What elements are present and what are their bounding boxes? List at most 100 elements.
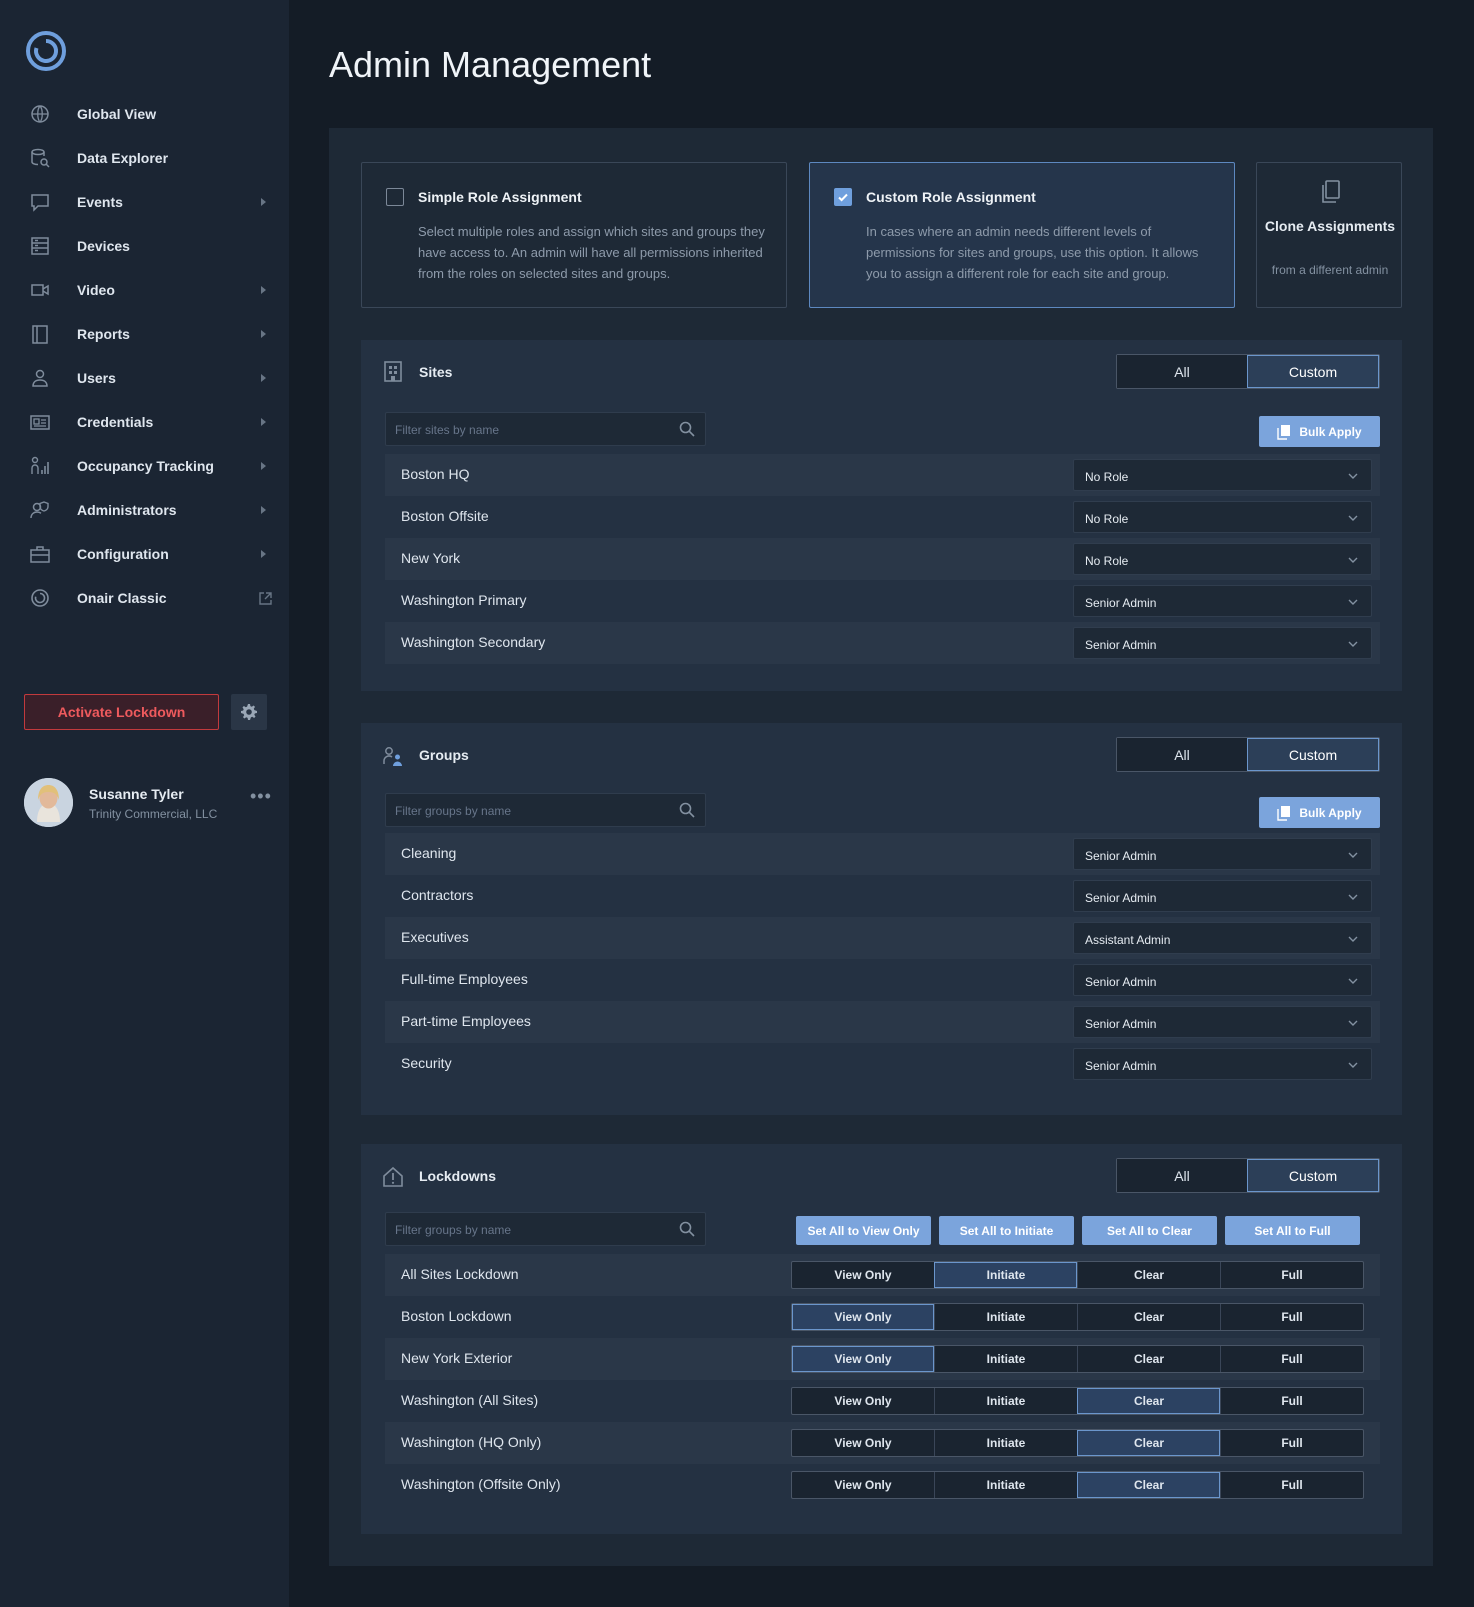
chat-icon — [28, 190, 52, 214]
lockdowns-search-input[interactable]: Filter groups by name — [385, 1212, 706, 1246]
sites-search-input[interactable]: Filter sites by name — [385, 412, 706, 446]
chevron-down-icon — [1348, 473, 1358, 479]
permission-option-initiate[interactable]: Initiate — [934, 1472, 1077, 1498]
chevron-down-icon — [1348, 1062, 1358, 1068]
permission-option-view-only[interactable]: View Only — [792, 1262, 934, 1288]
permission-option-view-only[interactable]: View Only — [792, 1304, 934, 1330]
lockdown-settings-button[interactable] — [231, 694, 267, 730]
set-all-clear-button[interactable]: Set All to Clear — [1082, 1216, 1217, 1245]
table-row: New York Exterior View Only Initiate Clear F… — [385, 1338, 1380, 1380]
copy-icon — [1277, 424, 1291, 440]
permission-option-full[interactable]: Full — [1220, 1388, 1363, 1414]
permission-segmented-control: View Only Initiate Clear Full — [791, 1303, 1364, 1331]
groups-search-input[interactable]: Filter groups by name — [385, 793, 706, 827]
sidebar-item-configuration[interactable]: Configuration — [0, 532, 289, 576]
set-all-initiate-button[interactable]: Set All to Initiate — [939, 1216, 1074, 1245]
onair-logo-icon — [28, 586, 52, 610]
sites-bulk-apply-button[interactable]: Bulk Apply — [1259, 416, 1380, 447]
permission-option-initiate[interactable]: Initiate — [934, 1430, 1077, 1456]
activate-lockdown-button[interactable]: Activate Lockdown — [24, 694, 219, 730]
permission-option-full[interactable]: Full — [1220, 1262, 1363, 1288]
permission-option-clear[interactable]: Clear — [1077, 1388, 1220, 1414]
permission-option-view-only[interactable]: View Only — [792, 1430, 934, 1456]
table-row: Security Senior Admin — [385, 1043, 1380, 1085]
sidebar-item-label: Onair Classic — [77, 590, 167, 606]
role-select-value: Senior Admin — [1085, 975, 1157, 989]
chevron-down-icon — [1348, 515, 1358, 521]
permission-option-clear[interactable]: Clear — [1077, 1262, 1220, 1288]
sidebar-item-users[interactable]: Users — [0, 356, 289, 400]
role-select-value: Senior Admin — [1085, 891, 1157, 905]
permission-option-initiate[interactable]: Initiate — [934, 1262, 1077, 1288]
custom-role-description: In cases where an admin needs different … — [866, 224, 1199, 281]
permission-option-initiate[interactable]: Initiate — [934, 1388, 1077, 1414]
app-logo-icon[interactable] — [24, 29, 68, 73]
permission-option-view-only[interactable]: View Only — [792, 1472, 934, 1498]
sidebar-item-events[interactable]: Events — [0, 180, 289, 224]
sidebar-item-video[interactable]: Video — [0, 268, 289, 312]
role-select[interactable]: Senior Admin — [1073, 585, 1372, 617]
set-all-full-button[interactable]: Set All to Full — [1225, 1216, 1360, 1245]
row-name: Cleaning — [401, 845, 457, 861]
role-select[interactable]: Assistant Admin — [1073, 922, 1372, 954]
permission-option-clear[interactable]: Clear — [1077, 1304, 1220, 1330]
custom-role-assignment-card[interactable]: Custom Role Assignment In cases where an… — [809, 162, 1235, 308]
role-select[interactable]: No Role — [1073, 543, 1372, 575]
permission-option-initiate[interactable]: Initiate — [934, 1304, 1077, 1330]
role-select[interactable]: Senior Admin — [1073, 1006, 1372, 1038]
lockdowns-all-toggle[interactable]: All — [1117, 1159, 1247, 1192]
sites-all-toggle[interactable]: All — [1117, 355, 1247, 388]
role-select[interactable]: No Role — [1073, 459, 1372, 491]
groups-search-placeholder: Filter groups by name — [395, 804, 512, 818]
permission-option-full[interactable]: Full — [1220, 1346, 1363, 1372]
role-select[interactable]: Senior Admin — [1073, 838, 1372, 870]
avatar[interactable] — [24, 778, 73, 827]
groups-all-toggle[interactable]: All — [1117, 738, 1247, 771]
sidebar-item-global-view[interactable]: Global View — [0, 92, 289, 136]
role-select[interactable]: Senior Admin — [1073, 627, 1372, 659]
server-icon — [28, 234, 52, 258]
clone-assignments-card[interactable]: Clone Assignments from a different admin — [1256, 162, 1402, 308]
sidebar-item-credentials[interactable]: Credentials — [0, 400, 289, 444]
building-icon — [382, 360, 404, 382]
permission-option-clear[interactable]: Clear — [1077, 1346, 1220, 1372]
role-select[interactable]: No Role — [1073, 501, 1372, 533]
permission-option-clear[interactable]: Clear — [1077, 1430, 1220, 1456]
sidebar-item-reports[interactable]: Reports — [0, 312, 289, 356]
chevron-down-icon — [1348, 599, 1358, 605]
role-select[interactable]: Senior Admin — [1073, 880, 1372, 912]
sidebar-item-devices[interactable]: Devices — [0, 224, 289, 268]
groups-custom-toggle[interactable]: Custom — [1247, 738, 1379, 771]
simple-role-assignment-card[interactable]: Simple Role Assignment Select multiple r… — [361, 162, 787, 308]
sidebar-item-onair-classic[interactable]: Onair Classic — [0, 576, 289, 620]
gear-icon — [241, 704, 257, 720]
row-name: Full-time Employees — [401, 971, 528, 987]
role-select-value: Senior Admin — [1085, 1017, 1157, 1031]
role-select[interactable]: Senior Admin — [1073, 964, 1372, 996]
permission-option-full[interactable]: Full — [1220, 1430, 1363, 1456]
permission-option-full[interactable]: Full — [1220, 1304, 1363, 1330]
sidebar-item-administrators[interactable]: Administrators — [0, 488, 289, 532]
role-select-value: Senior Admin — [1085, 1059, 1157, 1073]
permission-option-full[interactable]: Full — [1220, 1472, 1363, 1498]
permission-option-clear[interactable]: Clear — [1077, 1472, 1220, 1498]
permission-option-view-only[interactable]: View Only — [792, 1388, 934, 1414]
sidebar-item-data-explorer[interactable]: Data Explorer — [0, 136, 289, 180]
sidebar: Global View Data Explorer Events Devices Vid… — [0, 0, 289, 1607]
groups-bulk-apply-button[interactable]: Bulk Apply — [1259, 797, 1380, 828]
external-link-icon[interactable] — [259, 591, 272, 605]
role-select[interactable]: Senior Admin — [1073, 1048, 1372, 1080]
simple-role-checkbox[interactable] — [386, 188, 404, 206]
sites-section: Sites All Custom Filter sites by name Bu… — [361, 340, 1402, 691]
more-options-icon[interactable]: ••• — [250, 787, 272, 805]
sites-custom-toggle[interactable]: Custom — [1247, 355, 1379, 388]
lockdowns-custom-toggle[interactable]: Custom — [1247, 1159, 1379, 1192]
custom-role-checkbox[interactable] — [834, 188, 852, 206]
table-row: Part-time Employees Senior Admin — [385, 1001, 1380, 1043]
sidebar-item-occupancy-tracking[interactable]: Occupancy Tracking — [0, 444, 289, 488]
permission-option-view-only[interactable]: View Only — [792, 1346, 934, 1372]
set-all-view-only-button[interactable]: Set All to View Only — [796, 1216, 931, 1245]
permission-option-initiate[interactable]: Initiate — [934, 1346, 1077, 1372]
id-card-icon — [28, 410, 52, 434]
row-name: New York Exterior — [401, 1350, 513, 1366]
